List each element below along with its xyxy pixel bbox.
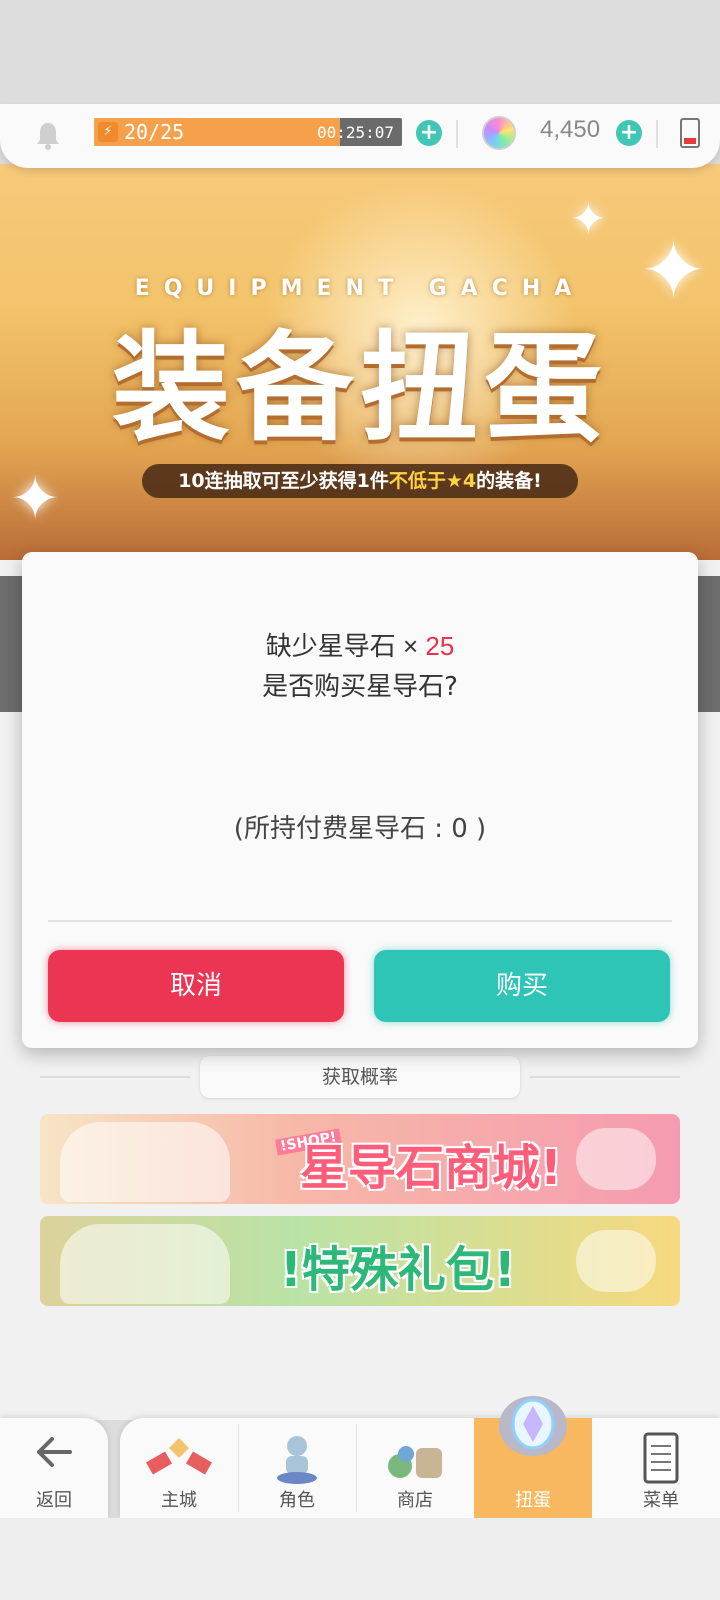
divider <box>456 120 458 148</box>
divider <box>530 1076 680 1078</box>
nav-label: 角色 <box>279 1490 315 1511</box>
shop-banner-text: 星导石商城! <box>300 1140 562 1196</box>
purchase-question: 是否购买星导石? <box>262 672 458 702</box>
star-stone-gem-icon <box>482 116 516 150</box>
system-footer <box>0 1518 720 1600</box>
nav-label: 商店 <box>397 1490 433 1511</box>
castle-icon <box>145 1438 213 1475</box>
character-portrait <box>60 1224 230 1304</box>
divider <box>48 920 672 922</box>
held-paid-stones: (所持付费星导石 : 0 ) <box>233 814 487 844</box>
menu-notebook-icon <box>643 1432 679 1484</box>
missing-stone-quantity: 25 <box>425 631 455 661</box>
nav-label: 扭蛋 <box>515 1490 551 1511</box>
divider <box>656 120 658 148</box>
banner-subtitle-text-end: 的装备! <box>476 470 542 492</box>
back-arrow-icon <box>37 1437 72 1467</box>
buy-button[interactable]: 购买 <box>374 950 670 1022</box>
back-button[interactable]: 返回 <box>0 1418 108 1518</box>
missing-stone-label: 缺少星导石 × <box>265 631 426 661</box>
sparkle-icon: ✦ <box>570 194 607 245</box>
top-status-bar: ⚡ 20/25 00:25:07 + 4,450 + <box>0 104 720 168</box>
side-banner-peek-left <box>0 576 22 712</box>
missing-stone-message: 缺少星导石 × 25 <box>22 626 698 663</box>
stamina-count: 20/25 <box>124 120 185 144</box>
nav-label: 菜单 <box>643 1490 679 1511</box>
gacha-banner: ✦ ✦ ✦ EQUIPMENT GACHA 装备扭蛋 10连抽取可至少获得1件不… <box>0 164 720 560</box>
drop-rate-button[interactable]: 获取概率 <box>200 1056 520 1098</box>
gems-mascot-illustration <box>576 1128 656 1190</box>
gem-count: 4,450 <box>540 116 601 143</box>
bottom-navigation: 返回 主城 角色 商店 扭蛋 菜单 <box>0 1396 720 1518</box>
purchase-confirm-dialog: 缺少星导石 × 25 是否购买星导石? (所持付费星导石 : 0 ) 取消 购买 <box>22 552 698 1048</box>
nav-home[interactable]: 主城 <box>120 1418 238 1518</box>
lightning-icon: ⚡ <box>98 122 118 142</box>
battery-icon <box>680 118 700 148</box>
star-stone-shop-banner[interactable]: !SHOP! 星导石商城! <box>40 1114 680 1204</box>
back-label: 返回 <box>36 1490 72 1511</box>
banner-subtitle: 10连抽取可至少获得1件不低于★4的装备! <box>142 464 578 498</box>
banner-title: 装备扭蛋 <box>111 318 608 457</box>
nav-menu[interactable]: 菜单 <box>602 1418 720 1518</box>
stamina-timer: 00:25:07 <box>316 123 394 142</box>
banner-subtitle-text: 10连抽取可至少获得1件 <box>178 470 389 492</box>
sparkle-icon: ✦ <box>10 464 61 534</box>
nav-gacha[interactable]: 扭蛋 <box>474 1396 592 1518</box>
cancel-button[interactable]: 取消 <box>48 950 344 1022</box>
battery-level <box>684 138 696 144</box>
gift-bags-illustration <box>576 1230 656 1292</box>
add-stamina-button[interactable]: + <box>416 120 442 146</box>
banner-subtitle-highlight: 不低于★4 <box>388 470 477 492</box>
divider <box>40 1076 190 1078</box>
nav-tabs: 主城 角色 商店 扭蛋 菜单 <box>120 1396 720 1518</box>
nav-characters[interactable]: 角色 <box>238 1418 356 1518</box>
shop-icon <box>388 1446 442 1478</box>
add-gem-button[interactable]: + <box>616 120 642 146</box>
gacha-crystal-icon <box>499 1396 567 1456</box>
bell-icon[interactable] <box>34 120 62 150</box>
pack-banner-text: !特殊礼包! <box>280 1242 516 1298</box>
stamina-bar: ⚡ 20/25 00:25:07 <box>94 118 402 146</box>
nav-shop[interactable]: 商店 <box>356 1418 474 1518</box>
special-pack-banner[interactable]: !特殊礼包! <box>40 1216 680 1306</box>
nav-label: 主城 <box>161 1490 197 1511</box>
character-icon <box>277 1436 317 1484</box>
character-portrait <box>60 1122 230 1202</box>
side-banner-peek-right <box>698 576 720 712</box>
